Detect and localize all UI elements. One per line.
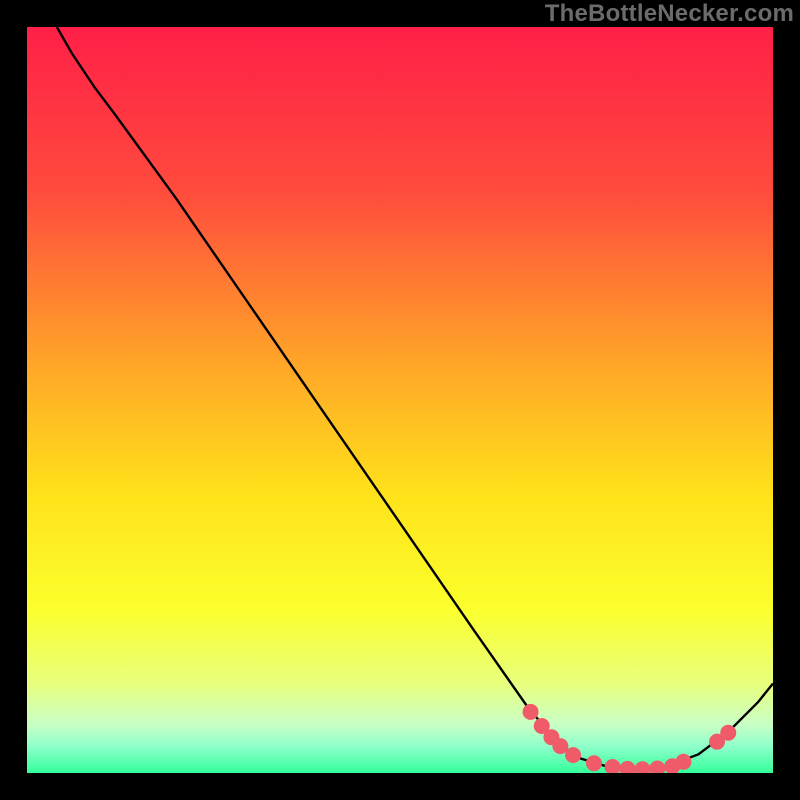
data-marker bbox=[586, 755, 602, 771]
chart-svg bbox=[27, 27, 773, 773]
attribution-label: TheBottleNecker.com bbox=[545, 0, 794, 28]
plot-area bbox=[27, 27, 773, 773]
data-marker bbox=[565, 747, 581, 763]
data-marker bbox=[523, 704, 539, 720]
chart-frame: TheBottleNecker.com bbox=[0, 0, 800, 800]
gradient-background bbox=[27, 27, 773, 773]
data-marker bbox=[675, 754, 691, 770]
data-marker bbox=[720, 725, 736, 741]
